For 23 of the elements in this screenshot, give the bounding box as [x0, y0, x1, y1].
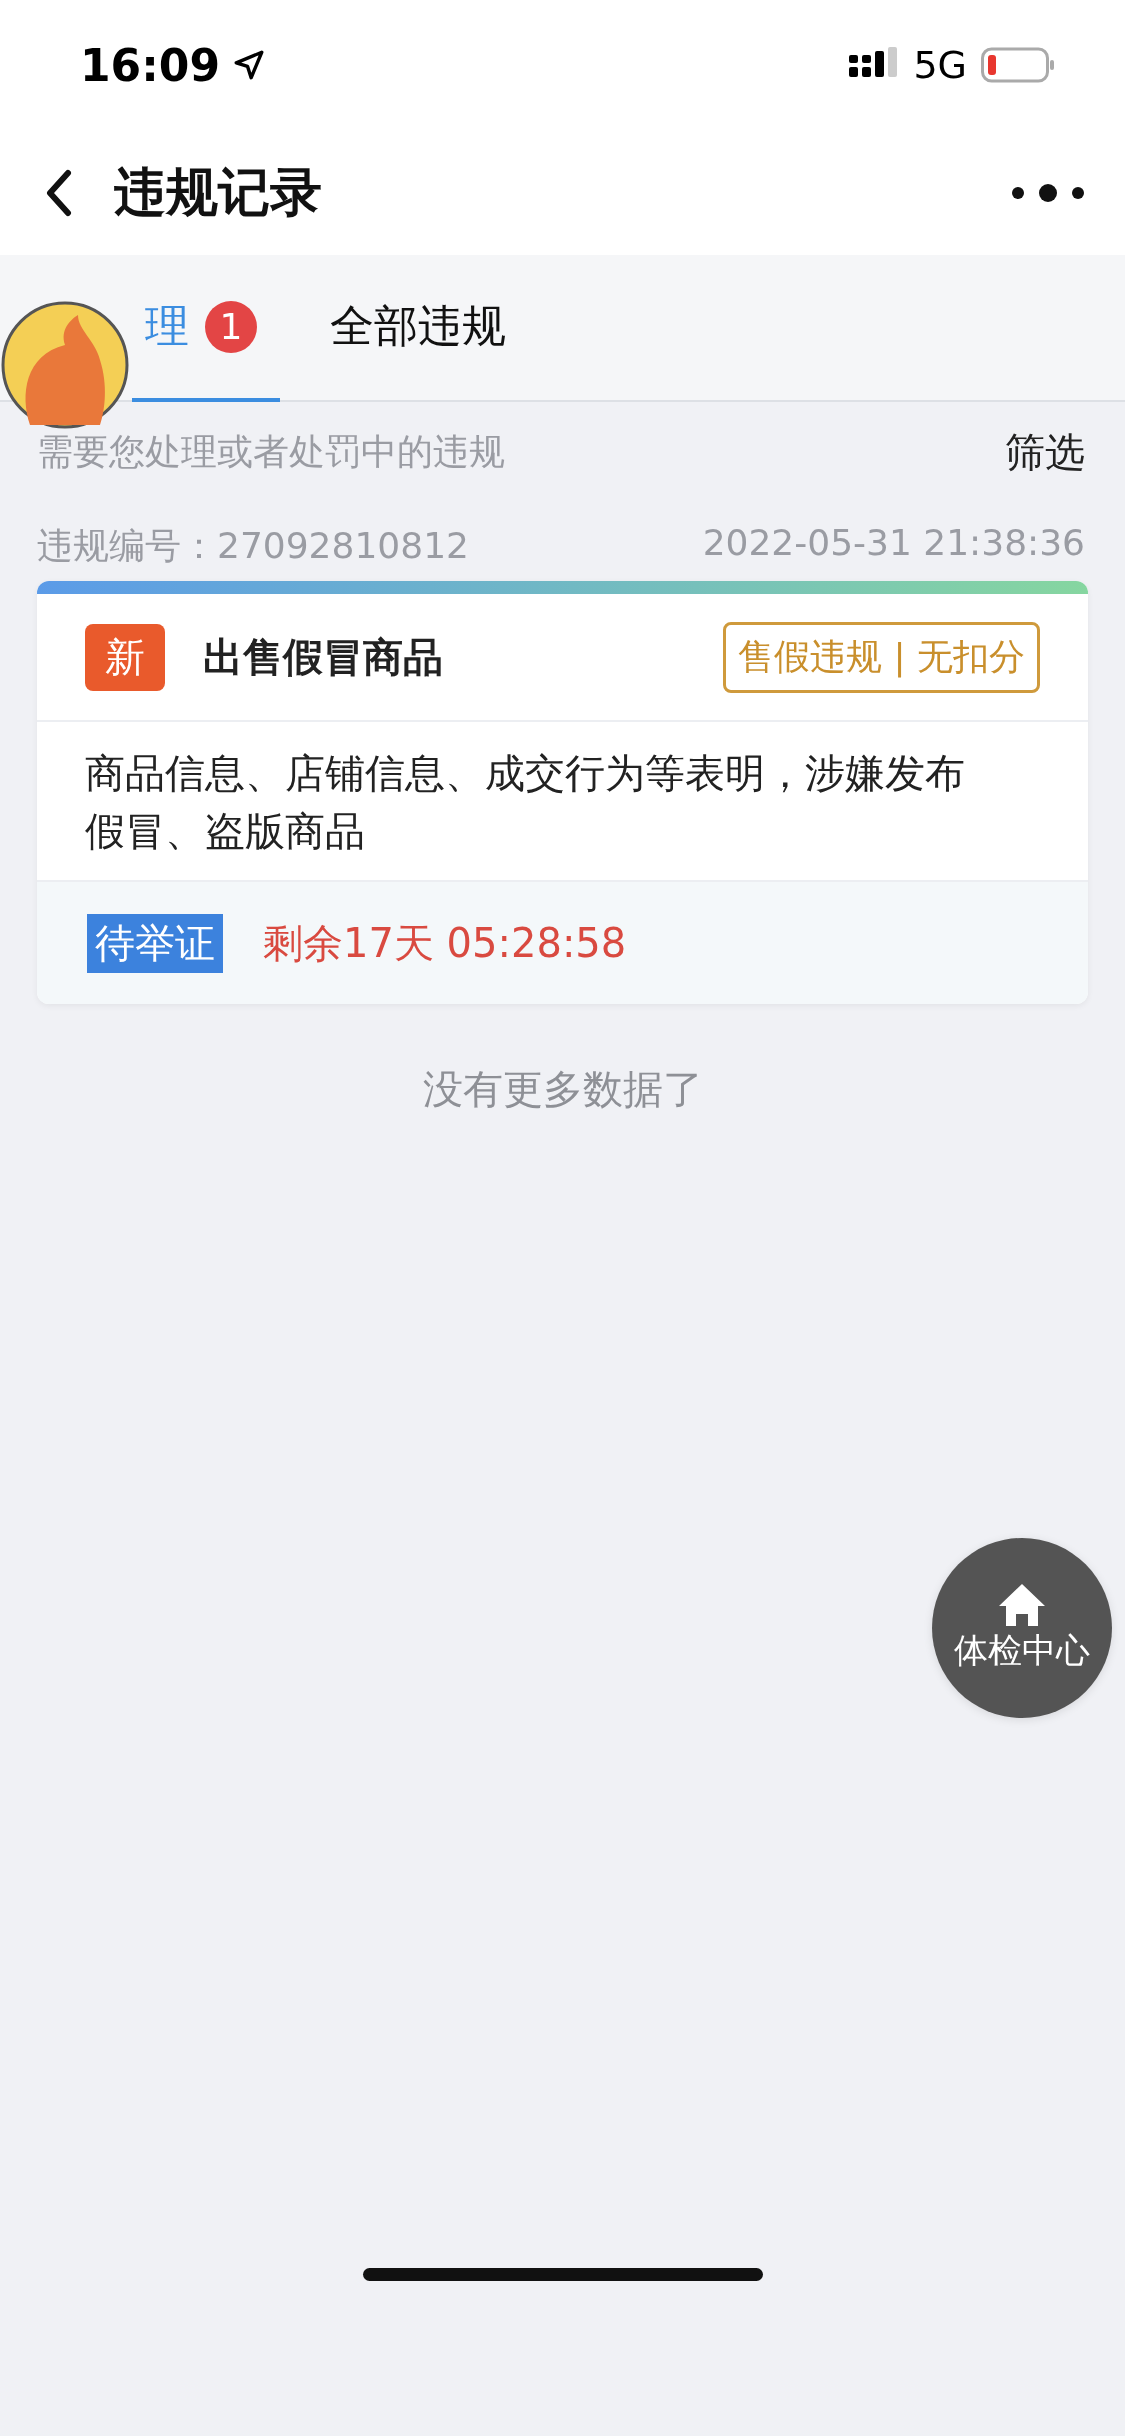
violation-card[interactable]: 新 出售假冒商品 售假违规 | 无扣分 商品信息、店铺信息、成交行为等表明，涉嫌发布假冒、盗版商品 待举证 剩余17天 05:28:58: [37, 581, 1088, 1004]
category-tag: 售假违规 | 无扣分: [723, 621, 1040, 693]
page-title: 违规记录: [114, 160, 322, 224]
tab[interactable]: 理 1: [132, 255, 280, 402]
home-icon: [997, 1582, 1047, 1628]
avatar-icon[interactable]: [0, 300, 130, 430]
hint-text: 需要您处理或者处罚中的违规: [37, 429, 505, 474]
filter-button[interactable]: 筛选: [1005, 424, 1085, 480]
violation-number: 违规编号：27092810812: [37, 524, 469, 568]
violation-title: 出售假冒商品: [203, 632, 444, 682]
violation-time: 2022-05-31 21:38:36: [702, 522, 1085, 565]
new-tag: 新: [85, 623, 165, 691]
back-icon[interactable]: [44, 168, 74, 217]
status-tag: 待举证: [87, 913, 223, 973]
network-type: 5G: [913, 43, 967, 87]
count-badge: 1: [205, 300, 257, 353]
tab[interactable]: 全部违规: [330, 255, 506, 402]
more-icon[interactable]: [1011, 182, 1085, 203]
battery-icon: [981, 47, 1055, 83]
health-center-button[interactable]: 体检中心: [932, 1538, 1112, 1718]
countdown-text: 剩余17天 05:28:58: [263, 918, 627, 968]
end-of-list-text: 没有更多数据了: [421, 1065, 704, 1114]
status-time: 16:09: [80, 39, 221, 91]
